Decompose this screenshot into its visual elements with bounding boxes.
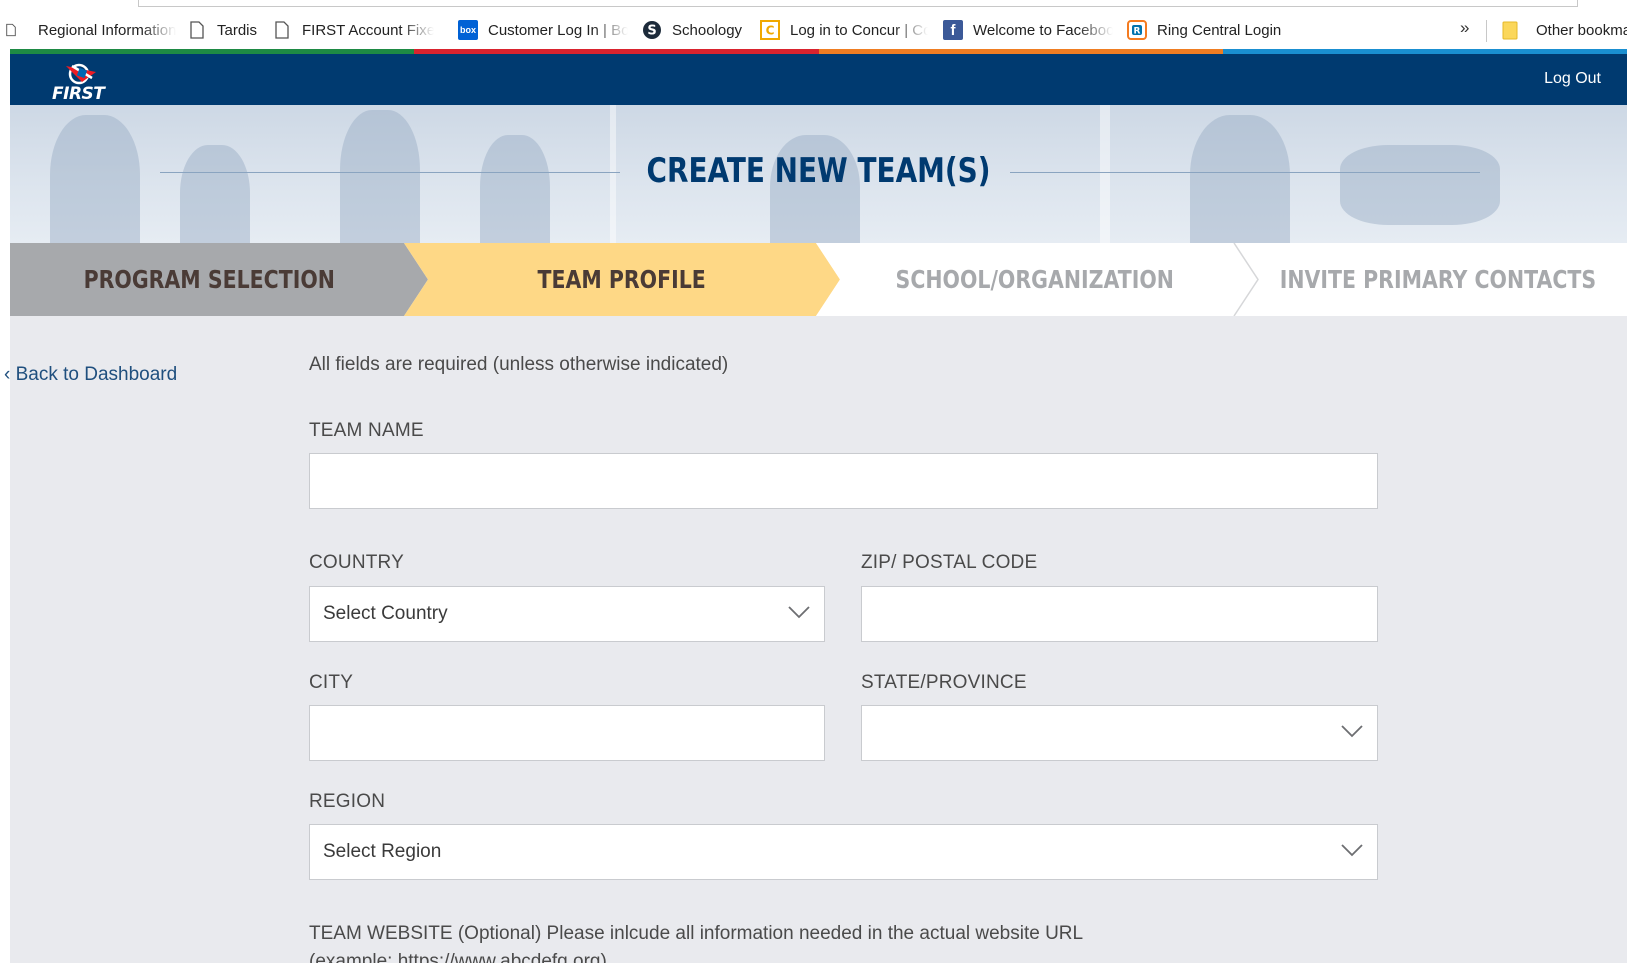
- zip-label: ZIP/ POSTAL CODE: [861, 552, 1038, 573]
- step-invite-primary-contacts[interactable]: INVITE PRIMARY CONTACTS: [1248, 243, 1627, 316]
- more-bookmarks-button[interactable]: »: [1460, 18, 1469, 38]
- concur-icon: C: [760, 20, 780, 40]
- svg-text:R: R: [1134, 27, 1141, 37]
- hero-photo-figure: [50, 115, 140, 243]
- wizard-steps: PROGRAM SELECTION TEAM PROFILE SCHOOL/OR…: [10, 243, 1627, 316]
- ringcentral-icon: R: [1127, 20, 1147, 40]
- page-title: CREATE NEW TEAM(S): [646, 151, 991, 191]
- region-select[interactable]: Select Region: [309, 824, 1378, 880]
- region-label: REGION: [309, 791, 386, 812]
- svg-text:S: S: [647, 24, 656, 39]
- state-select[interactable]: [861, 705, 1378, 761]
- chevron-down-icon: [788, 606, 810, 619]
- svg-text:C: C: [766, 24, 775, 38]
- step-school-organization[interactable]: SCHOOL/ORGANIZATION: [832, 243, 1238, 316]
- country-label: COUNTRY: [309, 552, 404, 573]
- bookmark-ring-central[interactable]: R Ring Central Login: [1127, 18, 1297, 42]
- facebook-icon: f: [943, 20, 963, 40]
- form-content: ‹ Back to Dashboard All fields are requi…: [4, 316, 1627, 963]
- bookmark-tardis[interactable]: Tardis: [187, 18, 267, 42]
- chevron-down-icon: [1341, 725, 1363, 738]
- omnibox-edge: [138, 0, 1578, 7]
- bookmarks-bar: Regional Information Tardis FIRST Accoun…: [0, 0, 1627, 52]
- first-logo[interactable]: FIRST: [52, 60, 112, 104]
- top-navbar: FIRST Log Out: [10, 54, 1627, 105]
- bookmark-facebook[interactable]: f Welcome to Facebook: [943, 18, 1113, 42]
- bookmarks-separator: [1486, 20, 1487, 42]
- page-icon: [272, 20, 292, 40]
- other-bookmarks-folder[interactable]: Other bookmarks: [1500, 18, 1627, 42]
- team-name-label: TEAM NAME: [309, 420, 424, 441]
- state-label: STATE/PROVINCE: [861, 672, 1027, 693]
- back-to-dashboard-link[interactable]: ‹ Back to Dashboard: [4, 364, 177, 386]
- first-wordmark: FIRST: [52, 84, 105, 104]
- bookmark-regional-information[interactable]: Regional Information: [6, 18, 178, 42]
- zip-input[interactable]: [861, 586, 1378, 642]
- step-program-selection[interactable]: PROGRAM SELECTION: [10, 243, 408, 316]
- bookmark-box[interactable]: box Customer Log In | Box: [458, 18, 628, 42]
- page-icon: [187, 20, 207, 40]
- page-icon: [6, 20, 16, 40]
- city-label: CITY: [309, 672, 354, 693]
- team-name-input[interactable]: [309, 453, 1378, 509]
- logout-link[interactable]: Log Out: [1544, 70, 1601, 88]
- website-help-text: TEAM WEBSITE (Optional) Please inlcude a…: [309, 923, 1084, 963]
- bookmark-first-account-fixer[interactable]: FIRST Account Fixer: [272, 18, 434, 42]
- bookmark-concur[interactable]: C Log in to Concur | Concur: [760, 18, 928, 42]
- step-team-profile[interactable]: TEAM PROFILE: [416, 243, 828, 316]
- box-icon: box: [458, 20, 478, 40]
- required-note: All fields are required (unless otherwis…: [309, 354, 729, 375]
- folder-icon: [1500, 20, 1520, 40]
- chevron-down-icon: [1341, 844, 1363, 857]
- city-input[interactable]: [309, 705, 825, 761]
- hero-banner: CREATE NEW TEAM(S): [10, 105, 1627, 243]
- bookmark-schoology[interactable]: S Schoology: [642, 18, 747, 42]
- schoology-icon: S: [642, 20, 662, 40]
- country-select[interactable]: Select Country: [309, 586, 825, 642]
